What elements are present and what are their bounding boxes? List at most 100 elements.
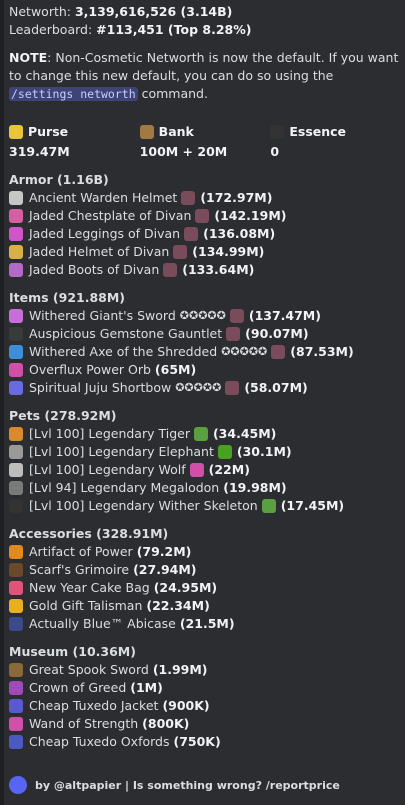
crown-icon [9, 681, 23, 695]
gemstone-icon [163, 263, 178, 277]
item-name: Scarf's Grimoire [29, 562, 130, 577]
gemstone-icon [184, 227, 199, 241]
stat-purse: Purse 319.47M [9, 123, 140, 161]
gemstone-icon [271, 345, 286, 359]
networth-label: Networth: [9, 4, 71, 19]
item-name: Actually Blue™ Abicase [29, 616, 176, 631]
item-name: Cheap Tuxedo Oxfords [29, 734, 170, 749]
list-item: Withered Giant's Sword ✪✪✪✪✪ (137.47M) [9, 307, 401, 325]
pet-item-icon [189, 463, 204, 477]
coal-block-icon [270, 125, 285, 139]
stat-essence: Essence 0 [270, 123, 401, 161]
gift-icon [9, 599, 23, 613]
section-title: Pets (278.92M) [9, 408, 117, 423]
item-value: (136.08M) [203, 226, 276, 241]
section: Accessories (328.91M) Artifact of Power (7… [9, 525, 401, 633]
cake-bag-icon [9, 581, 23, 595]
item-name: Cheap Tuxedo Jacket [29, 698, 159, 713]
sword-icon [9, 663, 23, 677]
megalodon-icon [9, 481, 23, 495]
list-item: Crown of Greed (1M) [9, 679, 401, 697]
list-item: Cheap Tuxedo Jacket (900K) [9, 697, 401, 715]
boots-icon [9, 263, 23, 277]
networth-note: NOTE: Non-Cosmetic Networth is now the d… [9, 49, 401, 103]
gemstone-icon [181, 191, 196, 205]
leggings-icon [9, 227, 23, 241]
item-value: (800K) [142, 716, 190, 731]
note-text-1: : Non-Cosmetic Networth is now the defau… [9, 50, 399, 83]
tiger-icon [9, 427, 23, 441]
list-item: Scarf's Grimoire (27.94M) [9, 561, 401, 579]
section-title: Museum (10.36M) [9, 644, 136, 659]
section-title: Items (921.88M) [9, 290, 126, 305]
item-name: [Lvl 100] Legendary Wolf [29, 462, 186, 477]
leaderboard-label: Leaderboard: [9, 22, 93, 37]
section-title: Armor (1.16B) [9, 172, 109, 187]
item-name: Withered Axe of the Shredded [29, 344, 218, 359]
item-value: (21.5M) [179, 616, 235, 631]
embed-accent-bar [0, 0, 4, 805]
star-rating: ✪✪✪✪✪ [179, 309, 226, 322]
item-value: (1.99M) [152, 662, 208, 677]
star-rating: ✪✪✪✪✪ [221, 345, 268, 358]
item-name: [Lvl 100] Legendary Tiger [29, 426, 190, 441]
item-value: (58.07M) [244, 380, 308, 395]
gemstone-icon [173, 245, 188, 259]
pet-item-icon [217, 445, 232, 459]
item-value: (19.98M) [223, 480, 287, 495]
jacket-icon [9, 699, 23, 713]
item-name: Wand of Strength [29, 716, 139, 731]
list-item: Ancient Warden Helmet (172.97M) [9, 189, 401, 207]
elephant-icon [9, 445, 23, 459]
item-value: (22M) [208, 462, 250, 477]
wither-skeleton-icon [9, 499, 23, 513]
embed-footer: by @altpapier | Is something wrong? /rep… [9, 776, 340, 794]
note-bold: NOTE [9, 50, 48, 65]
list-item: [Lvl 100] Legendary Tiger (34.45M) [9, 425, 401, 443]
item-name: Crown of Greed [29, 680, 127, 695]
helmet-icon [9, 191, 23, 205]
stat-label-row: Purse [9, 123, 140, 141]
item-name: [Lvl 94] Legendary Megalodon [29, 480, 220, 495]
wand-icon [9, 717, 23, 731]
list-item: Cheap Tuxedo Oxfords (750K) [9, 733, 401, 751]
item-name: [Lvl 100] Legendary Wither Skeleton [29, 498, 258, 513]
pet-item-icon [193, 427, 208, 441]
item-value: (750K) [173, 734, 221, 749]
stat-value: 319.47M [9, 144, 70, 159]
stat-label: Essence [289, 124, 347, 139]
gemstone-icon [226, 327, 241, 341]
section: Pets (278.92M) [Lvl 100] Legendary Tiger (… [9, 407, 401, 515]
grimoire-icon [9, 563, 23, 577]
item-value: (134.99M) [192, 244, 265, 259]
item-name: Artifact of Power [29, 544, 133, 559]
item-value: (87.53M) [290, 344, 354, 359]
list-item: New Year Cake Bag (24.95M) [9, 579, 401, 597]
wolf-icon [9, 463, 23, 477]
stat-label: Purse [28, 124, 69, 139]
item-value: (79.2M) [136, 544, 192, 559]
list-item: Jaded Boots of Divan (133.64M) [9, 261, 401, 279]
item-name: Jaded Boots of Divan [29, 262, 160, 277]
star-rating: ✪✪✪✪✪ [175, 381, 222, 394]
author-avatar [9, 776, 27, 794]
item-value: (900K) [162, 698, 210, 713]
list-item: Great Spook Sword (1.99M) [9, 661, 401, 679]
list-item: Artifact of Power (79.2M) [9, 543, 401, 561]
list-item: Overflux Power Orb (65M) [9, 361, 401, 379]
item-name: Jaded Helmet of Divan [29, 244, 170, 259]
section: Museum (10.36M) Great Spook Sword (1.99M) C… [9, 643, 401, 751]
pet-item-icon [261, 499, 276, 513]
abicase-icon [9, 617, 23, 631]
section-title: Accessories (328.91M) [9, 526, 169, 541]
gauntlet-icon [9, 327, 23, 341]
list-item: Jaded Leggings of Divan (136.08M) [9, 225, 401, 243]
item-name: Jaded Leggings of Divan [29, 226, 181, 241]
list-item: [Lvl 94] Legendary Megalodon (19.98M) [9, 479, 401, 497]
stat-label: Bank [158, 124, 194, 139]
item-name: Gold Gift Talisman [29, 598, 143, 613]
sword-icon [9, 309, 23, 323]
settings-command[interactable]: /settings networth [9, 87, 138, 101]
embed-content: Networth: 3,139,616,526 (3.14B) Leaderbo… [9, 3, 401, 751]
item-name: Ancient Warden Helmet [29, 190, 178, 205]
